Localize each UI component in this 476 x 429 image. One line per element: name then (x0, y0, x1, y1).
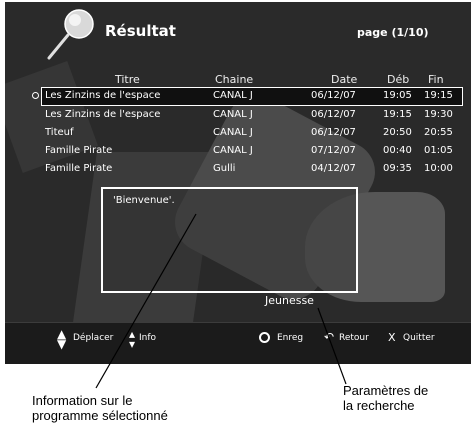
row-title: Famille Pirate (45, 145, 113, 156)
row-title: Les Zinzins de l'espace (45, 90, 161, 101)
page-title: Résultat (105, 22, 176, 40)
record-button[interactable]: Enreg (277, 333, 303, 343)
row-start: 09:35 (383, 163, 412, 174)
close-icon: X (388, 331, 396, 344)
row-end: 10:00 (424, 163, 453, 174)
table-row[interactable]: Les Zinzins de l'espace CANAL J 06/12/07… (5, 106, 471, 125)
row-start: 00:40 (383, 145, 412, 156)
row-end: 19:30 (424, 109, 453, 120)
footer-bar: ▲ ▼ Déplacer ▴ ▾ Info Enreg ↶ Retour X Qui… (5, 322, 471, 364)
return-button[interactable]: Retour (339, 333, 369, 343)
program-info-box: 'Bienvenue'. (101, 187, 358, 293)
row-start: 19:05 (383, 90, 412, 101)
return-arrow-icon: ↶ (324, 330, 335, 344)
column-header-end: Fin (428, 73, 444, 86)
row-channel: CANAL J (213, 109, 253, 120)
row-channel: CANAL J (213, 127, 253, 138)
row-date: 06/12/07 (311, 109, 356, 120)
row-channel: Gulli (213, 163, 236, 174)
search-genre: Jeunesse (265, 294, 314, 307)
column-header-start: Déb (387, 73, 410, 86)
column-header-channel: Chaine (215, 73, 254, 86)
row-title: Les Zinzins de l'espace (45, 109, 161, 120)
record-icon (259, 332, 270, 343)
annotation-program-info: Information sur le programme sélectionné (32, 393, 168, 423)
row-end: 19:15 (424, 90, 453, 101)
selection-marker-icon (32, 92, 39, 99)
row-channel: CANAL J (213, 145, 253, 156)
row-date: 04/12/07 (311, 163, 356, 174)
column-header-title: Titre (115, 73, 140, 86)
row-date: 07/12/07 (311, 145, 356, 156)
annotation-line: la recherche (343, 398, 415, 413)
magnifier-icon (47, 9, 94, 60)
row-start: 19:15 (383, 109, 412, 120)
up-down-arrows-icon: ▲ ▼ (57, 327, 67, 351)
row-title: Famille Pirate (45, 163, 113, 174)
row-title: Titeuf (45, 127, 74, 138)
annotation-line: Paramètres de (343, 383, 429, 398)
left-right-arrows-icon: ▴ ▾ (129, 327, 136, 351)
tv-screen: Résultat page (1/10) Titre Chaine Date D… (5, 2, 471, 364)
move-button[interactable]: Déplacer (73, 333, 113, 343)
table-row[interactable]: Titeuf CANAL J 06/12/07 20:50 20:55 (5, 124, 471, 143)
annotation-search-params: Paramètres de la recherche (343, 383, 428, 413)
row-channel: CANAL J (213, 90, 253, 101)
page-indicator: page (1/10) (357, 26, 429, 39)
row-end: 20:55 (424, 127, 453, 138)
annotation-line: programme sélectionné (32, 408, 168, 423)
table-row[interactable]: Famille Pirate CANAL J 07/12/07 00:40 01… (5, 142, 471, 161)
table-row-selected[interactable]: Les Zinzins de l'espace CANAL J 06/12/07… (5, 87, 471, 106)
program-info-text: 'Bienvenue'. (113, 195, 175, 206)
row-date: 06/12/07 (311, 90, 356, 101)
annotation-line: Information sur le (32, 393, 133, 408)
quit-button[interactable]: Quitter (403, 333, 435, 343)
column-header-date: Date (331, 73, 358, 86)
info-button[interactable]: Info (139, 333, 156, 343)
row-start: 20:50 (383, 127, 412, 138)
header: Résultat page (1/10) (5, 2, 471, 62)
row-end: 01:05 (424, 145, 453, 156)
row-date: 06/12/07 (311, 127, 356, 138)
table-row[interactable]: Famille Pirate Gulli 04/12/07 09:35 10:0… (5, 160, 471, 179)
